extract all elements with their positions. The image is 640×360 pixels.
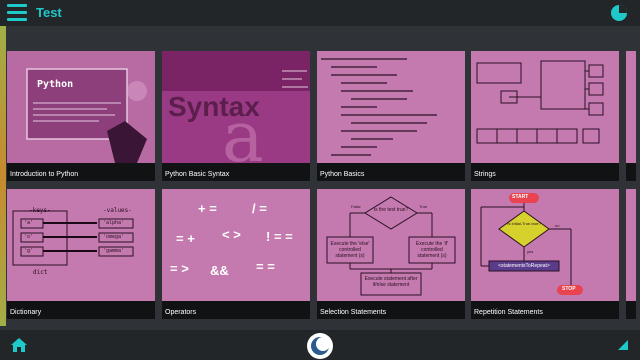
course-label: Introduction to Python	[10, 171, 79, 178]
course-tile-selection-statements[interactable]: Is the test true? False True Execute the…	[317, 189, 465, 319]
expand-icon[interactable]	[616, 338, 630, 352]
repeat-block: <statementsToRepeat>	[498, 263, 550, 269]
course-tile-strings[interactable]: Strings	[471, 51, 619, 181]
operator-glyph: &&	[210, 263, 229, 278]
top-bar: Test	[0, 0, 640, 26]
else-block: Execute the 'else' controlled statement …	[330, 241, 370, 259]
false-label: False	[351, 204, 361, 209]
course-label: Dictionary	[10, 309, 42, 316]
course-label: Python Basics	[320, 171, 365, 178]
course-tile-introduction-to-python[interactable]: Python Introduction to Python	[7, 51, 155, 181]
thumb-title: Syntax	[168, 91, 260, 122]
start-node: START	[512, 194, 529, 200]
course-grid: Python Introduction to Python a Syntax P…	[0, 47, 640, 319]
course-thumbnail	[317, 51, 465, 163]
course-thumbnail	[7, 189, 155, 301]
yes-label: yes	[527, 249, 534, 254]
course-tile-repetition-statements[interactable]: START Is initial-True-true? yes no <stat…	[471, 189, 619, 319]
operator-glyph: / =	[252, 201, 267, 216]
course-thumbnail	[471, 189, 619, 301]
operator-glyph: ! = =	[266, 229, 293, 244]
next-tile-preview[interactable]	[626, 51, 636, 181]
decision-text: Is the test true?	[373, 207, 409, 213]
operator-glyph: = =	[256, 259, 275, 274]
pie-chart-icon[interactable]	[610, 4, 628, 22]
no-label: no	[555, 223, 560, 228]
course-label: Python Basic Syntax	[165, 171, 230, 178]
dict-caption: dict	[33, 269, 48, 276]
course-label: Strings	[474, 171, 496, 178]
dict-value: 'omega'	[103, 234, 125, 240]
operator-glyph: = >	[170, 261, 189, 276]
course-thumbnail	[7, 51, 155, 163]
app-title: Test	[36, 5, 62, 20]
course-tile-python-basic-syntax[interactable]: a Syntax Python Basic Syntax	[162, 51, 310, 181]
home-icon[interactable]	[10, 337, 28, 353]
bottom-bar	[0, 330, 640, 360]
operator-glyph: = +	[176, 231, 195, 246]
dict-key: 'a'	[24, 220, 34, 226]
course-label: Operators	[165, 309, 197, 316]
course-tile-operators[interactable]: + = / = = + < > ! = = = > && = = Operato…	[162, 189, 310, 319]
course-thumbnail	[471, 51, 619, 163]
app-logo-icon[interactable]	[306, 332, 334, 360]
next-tile-preview[interactable]	[626, 189, 636, 319]
if-block: Execute the 'if' controlled statement (s…	[415, 241, 449, 259]
thumb-title: Python	[37, 79, 74, 90]
course-label: Repetition Statements	[474, 309, 543, 316]
course-tile-python-basics[interactable]: Python Basics	[317, 51, 465, 181]
keys-header: -keys-	[29, 207, 51, 214]
true-label: True	[419, 204, 428, 209]
operator-glyph: < >	[222, 227, 241, 242]
dict-key: 'o'	[24, 234, 34, 240]
course-tile-dictionary[interactable]: -keys- -values- 'a' 'o' 'g' 'alpha' 'ome…	[7, 189, 155, 319]
after-block: Execute statement after if/else statemen…	[364, 276, 418, 288]
hamburger-menu-icon[interactable]	[7, 4, 27, 22]
stop-node: STOP	[562, 286, 576, 292]
dict-value: 'alpha'	[103, 220, 125, 226]
loop-condition: Is initial-True-true?	[507, 221, 541, 226]
dict-value: 'gamma'	[103, 248, 125, 254]
dict-key: 'g'	[24, 248, 34, 254]
course-label: Selection Statements	[320, 309, 387, 316]
values-header: -values-	[103, 207, 132, 214]
operator-glyph: + =	[198, 201, 217, 216]
